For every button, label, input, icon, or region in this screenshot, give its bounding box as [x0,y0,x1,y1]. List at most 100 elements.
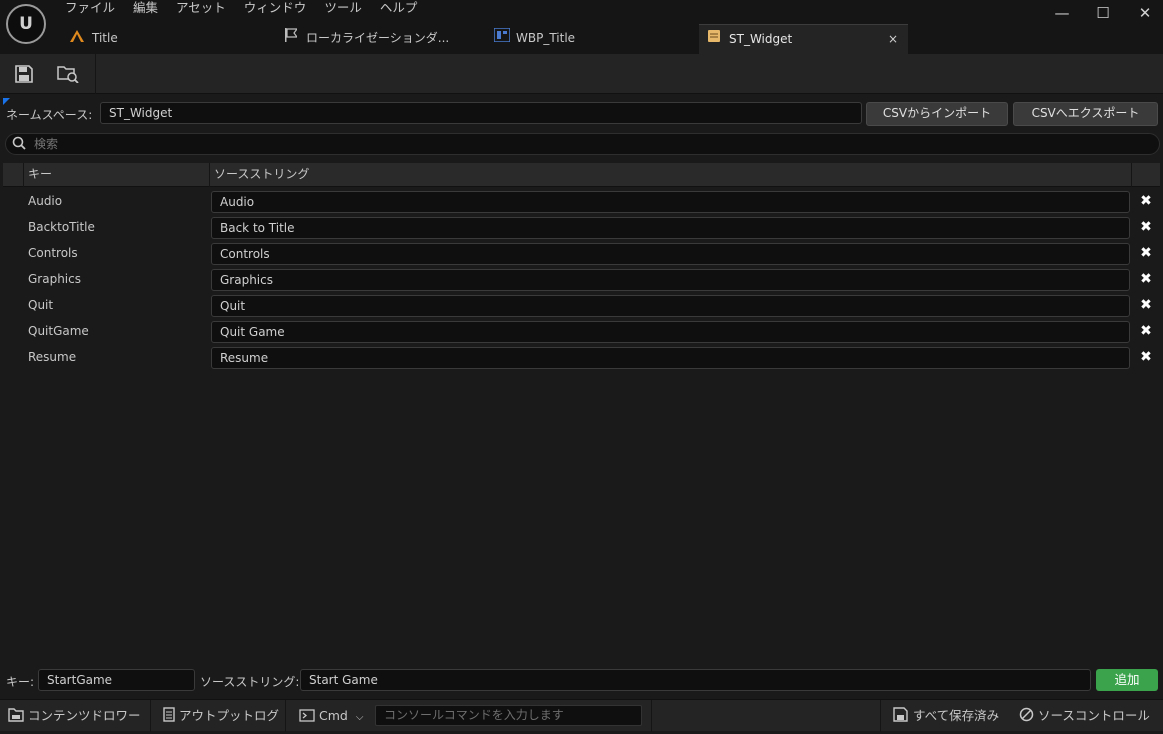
tab-st-widget[interactable]: ST_Widget × [699,24,908,54]
namespace-row: ネームスペース: ST_Widget CSVからインポート CSVへエクスポート [3,100,1163,126]
delete-row-icon[interactable]: ✖ [1137,270,1155,288]
minimize-button[interactable]: — [1047,2,1077,24]
status-separator [150,700,151,732]
row-key: Quit [28,298,54,312]
csv-import-button[interactable]: CSVからインポート [866,102,1008,126]
content-drawer-label: コンテンツドロワー [27,708,141,723]
terminal-icon [299,709,315,722]
cmd-selector[interactable]: Cmd ⌵ [299,700,363,732]
output-log-label: アウトプットログ [178,708,279,723]
column-header-key[interactable]: キー [28,163,52,187]
menu-tools[interactable]: ツール [315,0,371,16]
level-icon [70,24,84,53]
cmd-label: Cmd [318,708,348,723]
source-string-input[interactable]: Graphics [211,269,1130,291]
status-separator [651,700,652,732]
new-key-input[interactable]: StartGame [38,669,195,691]
csv-export-button[interactable]: CSVへエクスポート [1013,102,1158,126]
row-key: Resume [28,350,77,364]
save-all-button[interactable]: すべて保存済み [893,700,999,732]
menu-bar: ファイル 編集 アセット ウィンドウ ツール ヘルプ [56,0,426,16]
tab-title[interactable]: Title [70,24,118,54]
content-drawer-button[interactable]: コンテンツドロワー [8,700,141,732]
row-key: QuitGame [28,324,89,338]
row-key: Graphics [28,272,81,286]
table-row: Audio Audio ✖ [3,189,1160,215]
string-table-editor: ネームスペース: ST_Widget CSVからインポート CSVへエクスポート… [3,98,1163,663]
save-all-icon [893,707,908,722]
save-icon [15,65,33,83]
table-row: QuitGame Quit Game ✖ [3,319,1160,345]
tab-wbp-title[interactable]: WBP_Title [493,24,576,54]
source-string-input[interactable]: Quit Game [211,321,1130,343]
row-key: Controls [28,246,78,260]
unreal-logo-icon[interactable]: U [6,4,46,44]
console-command-input[interactable]: コンソールコマンドを入力します [375,705,642,726]
table-row: Quit Quit ✖ [3,293,1160,319]
menu-help[interactable]: ヘルプ [371,0,427,16]
source-string-input[interactable]: Controls [211,243,1130,265]
delete-row-icon[interactable]: ✖ [1137,192,1155,210]
source-control-icon [1019,707,1034,722]
delete-row-icon[interactable]: ✖ [1137,218,1155,236]
source-string-input[interactable]: Resume [211,347,1130,369]
save-button[interactable] [11,62,37,86]
tab-label: WBP_Title [516,31,576,45]
table-row: BacktoTitle Back to Title ✖ [3,215,1160,241]
output-log-icon [163,707,175,722]
menu-edit[interactable]: 編集 [124,0,167,16]
content-drawer-icon [8,708,24,722]
column-divider [1131,163,1132,187]
search-input[interactable] [32,136,1132,152]
column-divider [209,163,210,187]
tab-label: ローカライゼーションダ... [306,31,450,45]
column-header-source[interactable]: ソースストリング [214,163,309,187]
delete-row-icon[interactable]: ✖ [1137,296,1155,314]
delete-row-icon[interactable]: ✖ [1137,348,1155,366]
namespace-label: ネームスペース: [6,108,93,122]
table-row: Resume Resume ✖ [3,345,1160,371]
string-table-icon [707,25,721,54]
tab-label: ST_Widget [729,32,793,46]
namespace-input[interactable]: ST_Widget [100,102,862,124]
source-string-input[interactable]: Audio [211,191,1130,213]
tab-label: Title [92,31,118,45]
add-entry-button[interactable]: 追加 [1096,669,1158,691]
tab-localization[interactable]: ローカライゼーションダ... [284,24,449,54]
browse-icon [57,66,79,83]
source-string-input[interactable]: Back to Title [211,217,1130,239]
column-divider [23,163,24,187]
close-tab-icon[interactable]: × [888,25,898,54]
row-key: BacktoTitle [28,220,95,234]
browse-button[interactable] [55,62,81,86]
save-all-label: すべて保存済み [912,708,1000,723]
delete-row-icon[interactable]: ✖ [1137,322,1155,340]
menu-file[interactable]: ファイル [56,0,124,16]
status-bar: コンテンツドロワー アウトプットログ Cmd ⌵ コンソールコマンドを入力します… [0,699,1163,732]
title-bar: U ファイル 編集 アセット ウィンドウ ツール ヘルプ — ☐ ✕ Title… [0,0,1163,54]
new-key-label: キー: [6,675,35,689]
toolbar [0,54,1163,94]
table-row: Graphics Graphics ✖ [3,267,1160,293]
menu-asset[interactable]: アセット [167,0,235,16]
status-separator [880,700,881,732]
search-bar[interactable] [5,133,1160,155]
maximize-button[interactable]: ☐ [1088,2,1118,24]
source-control-label: ソースコントロール [1037,708,1150,723]
close-window-button[interactable]: ✕ [1130,2,1160,24]
table-header: キー ソースストリング [3,163,1160,187]
new-source-label: ソースストリング: [200,675,300,689]
table-row: Controls Controls ✖ [3,241,1160,267]
status-separator [285,700,286,732]
menu-window[interactable]: ウィンドウ [235,0,316,16]
flag-icon [284,24,299,53]
chevron-down-icon: ⌵ [355,712,364,723]
row-key: Audio [28,194,63,208]
source-control-button[interactable]: ソースコントロール [1019,700,1150,732]
widget-blueprint-icon [493,24,511,53]
source-string-input[interactable]: Quit [211,295,1130,317]
output-log-button[interactable]: アウトプットログ [163,700,279,732]
toolbar-separator [95,54,96,94]
new-source-input[interactable]: Start Game [300,669,1091,691]
delete-row-icon[interactable]: ✖ [1137,244,1155,262]
